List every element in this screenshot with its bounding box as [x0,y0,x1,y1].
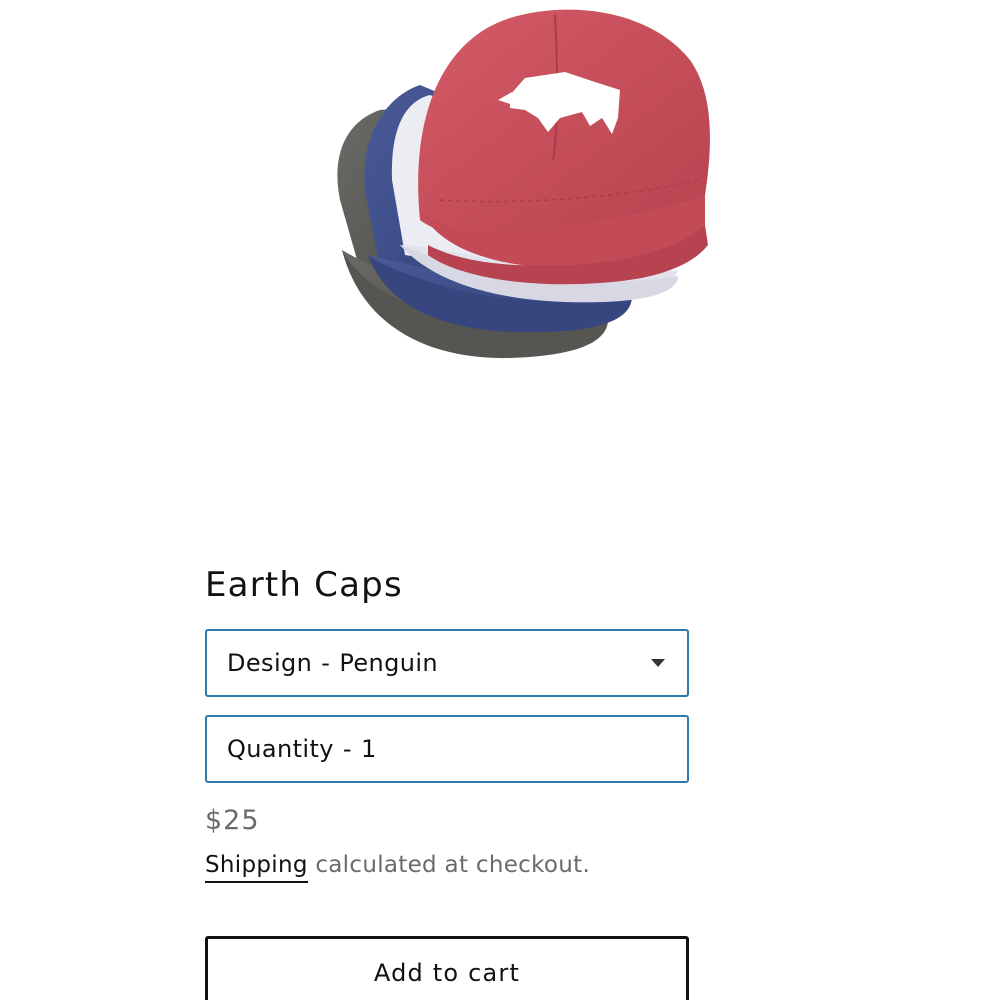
chevron-down-icon [651,659,665,667]
quantity-label: Quantity [227,735,334,763]
product-page: Earth Caps Design - Penguin Quantity - 1… [0,0,1000,1000]
design-select[interactable]: Design - Penguin [205,629,689,697]
product-info: Earth Caps Design - Penguin Quantity - 1… [205,560,689,1000]
shipping-link[interactable]: Shipping [205,852,308,883]
design-select-value: Penguin [339,649,439,677]
quantity-separator: - [342,735,352,763]
quantity-value: 1 [360,735,377,763]
design-select-label: Design [227,649,313,677]
product-title: Earth Caps [205,565,403,605]
shipping-note-text: calculated at checkout. [307,852,591,878]
product-image[interactable] [320,0,720,370]
quantity-field[interactable]: Quantity - 1 [205,715,689,783]
design-select-separator: - [321,649,331,677]
cap-stack-illustration [337,9,710,359]
red-cap [418,9,710,285]
add-to-cart-button[interactable]: Add to cart [205,936,689,1000]
product-price: $25 [205,805,260,836]
shipping-note: Shipping calculated at checkout. [205,852,689,883]
